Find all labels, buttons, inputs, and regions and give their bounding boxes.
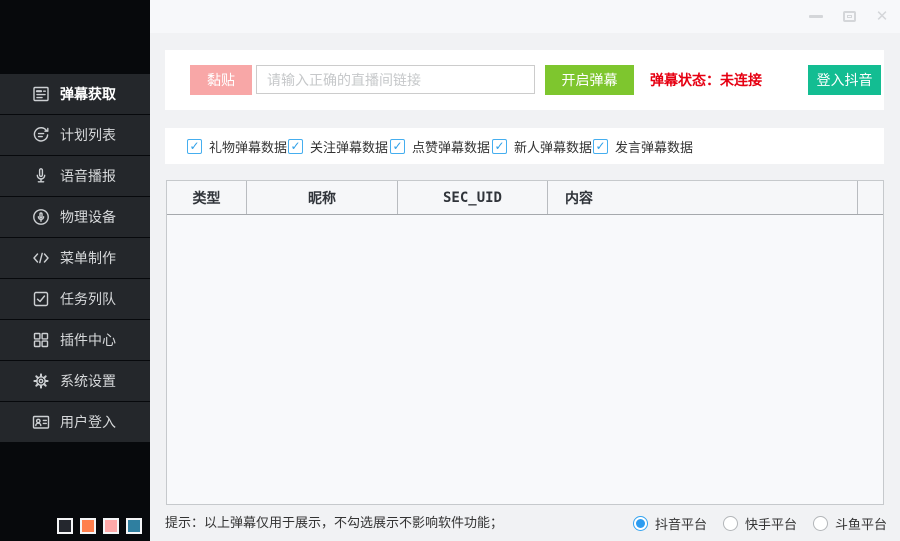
close-icon: ✕ [876,9,889,24]
maximize-button[interactable] [841,9,857,25]
platform-douyu[interactable]: 斗鱼平台 [813,505,887,541]
id-card-icon [31,412,51,432]
column-header-scrollbar-spacer [858,181,883,214]
sidebar-item-label: 物理设备 [60,207,116,227]
microphone-icon [31,166,51,186]
platform-label: 快手平台 [745,514,797,533]
start-danmaku-button[interactable]: 开启弹幕 [545,65,634,95]
close-button[interactable]: ✕ [874,9,890,25]
checkbox-task-icon [31,289,51,309]
titlebar: ✕ [150,0,900,33]
column-header-type: 类型 [167,181,247,214]
theme-swatch-blue[interactable] [126,518,142,534]
filter-label: 新人弹幕数据 [514,137,592,156]
sidebar-item-menu-maker[interactable]: 菜单制作 [0,238,150,278]
filter-chat-danmaku[interactable]: ✓ 发言弹幕数据 [593,128,693,164]
sidebar-item-danmaku-fetch[interactable]: 弹幕获取 [0,74,150,114]
app-window: 弹幕获取 计划列表 语音播报 物理设备 [0,0,900,541]
device-mic-icon [31,207,51,227]
platform-douyin[interactable]: 抖音平台 [633,505,707,541]
platform-kuaishou[interactable]: 快手平台 [723,505,797,541]
filter-newcomer-danmaku[interactable]: ✓ 新人弹幕数据 [492,128,592,164]
radio-selected-icon [633,516,648,531]
paste-button[interactable]: 黏贴 [190,65,252,95]
filters-bar: ✓ 礼物弹幕数据 ✓ 关注弹幕数据 ✓ 点赞弹幕数据 ✓ 新人弹幕数据 ✓ 发言… [165,128,884,164]
checkbox-checked-icon: ✓ [288,139,303,154]
sidebar-item-label: 插件中心 [60,330,116,350]
sidebar-menu: 弹幕获取 计划列表 语音播报 物理设备 [0,74,150,443]
sidebar-item-label: 任务列队 [60,289,116,309]
sidebar-item-task-queue[interactable]: 任务列队 [0,279,150,319]
room-link-input[interactable] [256,65,535,94]
column-header-nickname: 昵称 [247,181,398,214]
sidebar-item-label: 菜单制作 [60,248,116,268]
danmaku-status: 弹幕状态：未连接 [650,65,762,95]
status-value: 未连接 [720,72,762,88]
theme-swatch-orange[interactable] [80,518,96,534]
table-body-empty [167,215,883,504]
sidebar-item-user-login[interactable]: 用户登入 [0,402,150,442]
minimize-button[interactable] [808,9,824,25]
column-header-secuid: SEC_UID [398,181,548,214]
plan-list-icon [31,125,51,145]
filter-label: 关注弹幕数据 [310,137,388,156]
login-douyin-button[interactable]: 登入抖音 [808,65,881,95]
sidebar-item-system-settings[interactable]: 系统设置 [0,361,150,401]
sidebar-item-label: 计划列表 [60,125,116,145]
checkbox-checked-icon: ✓ [187,139,202,154]
sidebar-item-voice-broadcast[interactable]: 语音播报 [0,156,150,196]
sidebar-item-physical-device[interactable]: 物理设备 [0,197,150,237]
filter-follow-danmaku[interactable]: ✓ 关注弹幕数据 [288,128,388,164]
checkbox-checked-icon: ✓ [390,139,405,154]
filter-label: 点赞弹幕数据 [412,137,490,156]
sidebar-item-plugin-center[interactable]: 插件中心 [0,320,150,360]
sidebar-item-label: 语音播报 [60,166,116,186]
column-header-content: 内容 [548,181,858,214]
sidebar-item-label: 弹幕获取 [60,84,116,104]
filter-gift-danmaku[interactable]: ✓ 礼物弹幕数据 [187,128,287,164]
sidebar-item-label: 系统设置 [60,371,116,391]
danmaku-table: 类型 昵称 SEC_UID 内容 [166,180,884,505]
table-header: 类型 昵称 SEC_UID 内容 [167,181,883,215]
danmaku-list-icon [31,84,51,104]
theme-swatch-dark[interactable] [57,518,73,534]
filter-like-danmaku[interactable]: ✓ 点赞弹幕数据 [390,128,490,164]
main-area: ✕ 黏贴 开启弹幕 弹幕状态：未连接 登入抖音 ✓ 礼物弹幕数据 ✓ 关注弹幕数… [150,0,900,541]
gear-icon [31,371,51,391]
sidebar-item-plan-list[interactable]: 计划列表 [0,115,150,155]
sidebar: 弹幕获取 计划列表 语音播报 物理设备 [0,0,150,541]
radio-unselected-icon [723,516,738,531]
window-controls: ✕ [808,0,890,33]
maximize-icon [843,11,856,22]
code-brackets-icon [31,248,51,268]
grid-squares-icon [31,330,51,350]
connection-toolbar: 黏贴 开启弹幕 弹幕状态：未连接 登入抖音 [165,50,884,110]
sidebar-item-label: 用户登入 [60,412,116,432]
minimize-icon [809,15,823,18]
platform-label: 抖音平台 [655,514,707,533]
tip-text: 提示：以上弹幕仅用于展示，不勾选展示不影响软件功能； [165,505,503,541]
checkbox-checked-icon: ✓ [593,139,608,154]
filter-label: 发言弹幕数据 [615,137,693,156]
platform-label: 斗鱼平台 [835,514,887,533]
theme-swatches [57,518,142,534]
status-label: 弹幕状态： [650,72,720,88]
filter-label: 礼物弹幕数据 [209,137,287,156]
checkbox-checked-icon: ✓ [492,139,507,154]
radio-unselected-icon [813,516,828,531]
theme-swatch-pink[interactable] [103,518,119,534]
